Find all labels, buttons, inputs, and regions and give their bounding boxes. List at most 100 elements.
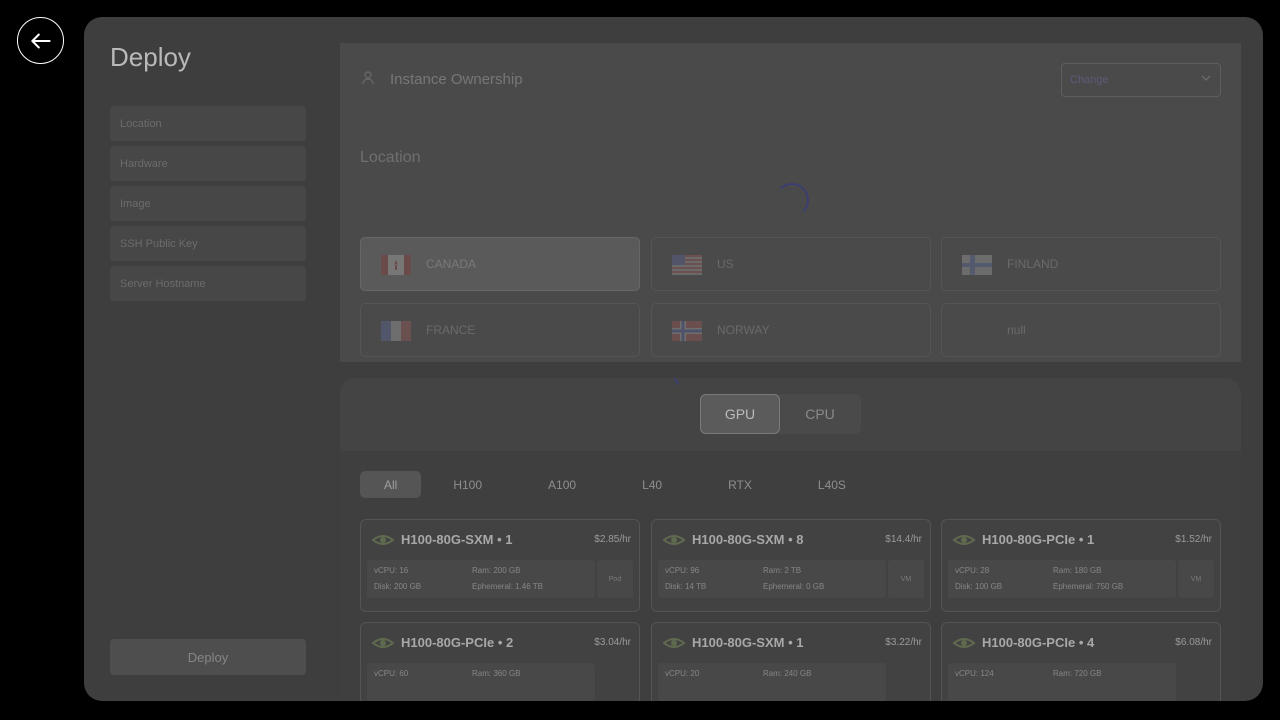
filter-a100[interactable]: A100 [524, 471, 600, 498]
gpu-specs: vCPU: 28 Ram: 180 GB Disk: 100 GB Epheme… [948, 560, 1176, 598]
gpu-price: $3.22/hr [885, 637, 922, 648]
gpu-specs: vCPU: 124 Ram: 720 GB [948, 663, 1176, 701]
filter-rtx[interactable]: RTX [704, 471, 776, 498]
gpu-price: $6.08/hr [1175, 637, 1212, 648]
location-name: FRANCE [426, 323, 476, 337]
us-flag-icon [672, 255, 702, 275]
gpu-card[interactable]: H100-80G-PCIe • 2 $3.04/hr vCPU: 60 Ram:… [360, 622, 640, 701]
gpu-price: $1.52/hr [1175, 534, 1212, 545]
gpu-filter-bar: All H100 A100 L40 RTX L40S [360, 471, 888, 498]
gpu-card[interactable]: H100-80G-SXM • 1 $3.22/hr vCPU: 20 Ram: … [651, 622, 931, 701]
location-name: FINLAND [1007, 257, 1059, 271]
spec-disk: Disk: 200 GB [374, 582, 422, 591]
france-flag-icon [381, 321, 411, 341]
person-icon [362, 71, 374, 88]
location-card-null[interactable]: null [941, 303, 1221, 357]
gpu-specs: vCPU: 16 Ram: 200 GB Disk: 200 GB Epheme… [367, 560, 595, 598]
spec-disk: Disk: 100 GB [955, 582, 1003, 591]
spec-ephemeral: Ephemeral: 750 GB [1053, 582, 1124, 591]
deploy-button[interactable]: Deploy [110, 639, 306, 675]
gpu-name: H100-80G-PCIe • 4 [982, 635, 1095, 650]
spec-vcpu: vCPU: 20 [665, 669, 700, 678]
deploy-modal: Deploy Location Hardware Image SSH Publi… [84, 17, 1263, 701]
nvidia-logo-icon [371, 638, 395, 648]
filter-all[interactable]: All [360, 471, 422, 498]
hardware-type-toggle: GPU CPU [700, 394, 861, 434]
hardware-panel: GPU CPU All H100 A100 L40 RTX L40S H100-… [340, 378, 1241, 701]
gpu-name: H100-80G-SXM • 1 [692, 635, 804, 650]
location-card-us[interactable]: US [651, 237, 931, 291]
spec-ephemeral: Ephemeral: 1.46 TB [472, 582, 544, 591]
nvidia-logo-icon [371, 535, 395, 545]
nvidia-logo-icon [952, 638, 976, 648]
ownership-label: Instance Ownership [390, 71, 523, 88]
arrow-left-icon [30, 33, 51, 48]
filter-l40s[interactable]: L40S [794, 471, 870, 498]
nav-item-hardware[interactable]: Hardware [110, 146, 306, 181]
gpu-price: $3.04/hr [594, 637, 631, 648]
spec-ram: Ram: 2 TB [763, 566, 802, 575]
gpu-specs: vCPU: 96 Ram: 2 TB Disk: 14 TB Ephemeral… [658, 560, 886, 598]
gpu-name: H100-80G-PCIe • 1 [982, 532, 1095, 547]
location-card-france[interactable]: FRANCE [360, 303, 640, 357]
instance-type-badge: Pod [597, 560, 633, 598]
hardware-type-row: GPU CPU [340, 378, 1241, 451]
gpu-name: H100-80G-SXM • 1 [401, 532, 513, 547]
gpu-card[interactable]: H100-80G-SXM • 8 $14.4/hr vCPU: 96 Ram: … [651, 519, 931, 612]
step-nav: Location Hardware Image SSH Public Key S… [110, 106, 306, 306]
gpu-card[interactable]: H100-80G-PCIe • 1 $1.52/hr vCPU: 28 Ram:… [941, 519, 1221, 612]
back-button[interactable] [17, 17, 64, 64]
nav-item-image[interactable]: Image [110, 186, 306, 221]
spec-ram: Ram: 180 GB [1053, 566, 1102, 575]
location-name: CANADA [426, 257, 477, 271]
finland-flag-icon [962, 255, 992, 275]
location-name: NORWAY [717, 323, 770, 337]
spec-ram: Ram: 200 GB [472, 566, 521, 575]
location-name: US [717, 257, 734, 271]
spec-vcpu: vCPU: 16 [374, 566, 409, 575]
instance-type-badge: VM [888, 560, 924, 598]
location-name: null [1007, 323, 1026, 337]
gpu-card[interactable]: H100-80G-SXM • 1 $2.85/hr vCPU: 16 Ram: … [360, 519, 640, 612]
tab-cpu[interactable]: CPU [780, 394, 860, 434]
location-title: Location [360, 149, 421, 166]
gpu-name: H100-80G-PCIe • 2 [401, 635, 514, 650]
nvidia-logo-icon [952, 535, 976, 545]
spec-ram: Ram: 240 GB [763, 669, 812, 678]
spec-vcpu: vCPU: 124 [955, 669, 994, 678]
location-card-finland[interactable]: FINLAND [941, 237, 1221, 291]
filter-h100[interactable]: H100 [429, 471, 506, 498]
canada-flag-icon [381, 255, 411, 275]
tab-gpu[interactable]: GPU [700, 394, 780, 434]
spec-vcpu: vCPU: 60 [374, 669, 409, 678]
filter-l40[interactable]: L40 [618, 471, 686, 498]
ownership-select-value: Change [1070, 74, 1109, 86]
gpu-specs: vCPU: 20 Ram: 240 GB [658, 663, 886, 701]
spec-vcpu: vCPU: 96 [665, 566, 700, 575]
spec-vcpu: vCPU: 28 [955, 566, 990, 575]
page-title: Deploy [110, 42, 191, 72]
ownership-select[interactable]: Change [1061, 63, 1221, 97]
gpu-specs: vCPU: 60 Ram: 360 GB [367, 663, 595, 701]
nvidia-logo-icon [662, 535, 686, 545]
nav-item-location[interactable]: Location [110, 106, 306, 141]
norway-flag-icon [672, 321, 702, 341]
spec-ephemeral: Ephemeral: 0 GB [763, 582, 825, 591]
nav-item-ssh-key[interactable]: SSH Public Key [110, 226, 306, 261]
spec-ram: Ram: 360 GB [472, 669, 521, 678]
location-card-canada[interactable]: CANADA [360, 237, 640, 291]
nvidia-logo-icon [662, 638, 686, 648]
gpu-price: $14.4/hr [885, 534, 922, 545]
instance-type-badge: VM [1178, 560, 1214, 598]
gpu-card[interactable]: H100-80G-PCIe • 4 $6.08/hr vCPU: 124 Ram… [941, 622, 1221, 701]
spec-disk: Disk: 14 TB [665, 582, 707, 591]
loading-spinner-icon [775, 183, 809, 217]
ownership-row: Instance Ownership Change [340, 43, 1241, 117]
gpu-name: H100-80G-SXM • 8 [692, 532, 804, 547]
gpu-price: $2.85/hr [594, 534, 631, 545]
spec-ram: Ram: 720 GB [1053, 669, 1102, 678]
location-panel: Instance Ownership Change Location CANAD… [340, 43, 1241, 362]
location-card-norway[interactable]: NORWAY [651, 303, 931, 357]
nav-item-hostname[interactable]: Server Hostname [110, 266, 306, 301]
chevron-down-icon [1200, 72, 1212, 87]
